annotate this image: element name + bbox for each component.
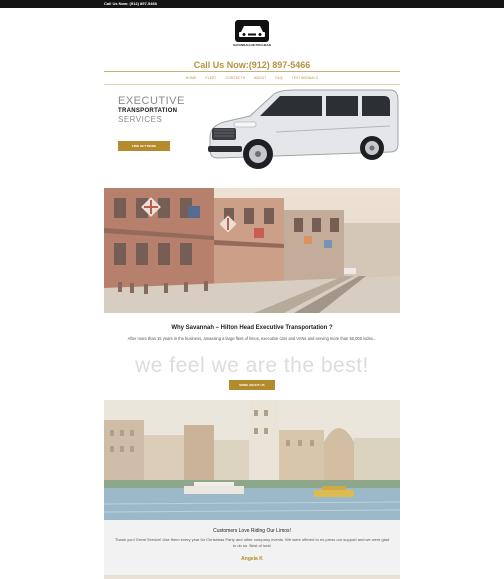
- site-logo[interactable]: SAVANNAH-HILTON HEAD: [231, 19, 273, 53]
- hero-line-services: SERVICES: [118, 115, 163, 124]
- savannah-street-photo: [104, 188, 400, 313]
- savannah-riverfront-photo: [104, 400, 400, 520]
- nav-item-fleet[interactable]: FLEET: [206, 74, 217, 82]
- why-title: Why Savannah – Hilton Head Executive Tra…: [171, 325, 333, 331]
- call-now-phone[interactable]: Call Us Now:(912) 897-5466: [0, 60, 504, 70]
- top-bar: Call Us Now: (912) 897-5466: [0, 0, 504, 8]
- nav-item-about[interactable]: ABOUT: [254, 74, 266, 82]
- more-about-us-button[interactable]: MORE ABOUT US: [229, 380, 275, 390]
- hero-banner: EXECUTIVE TRANSPORTATION SERVICES FIND O…: [104, 86, 400, 176]
- nav-item-home[interactable]: HOME: [186, 74, 197, 82]
- testimonial-author: Angela K: [241, 556, 263, 562]
- nav-item-testimonials[interactable]: TESTIMONIALS: [292, 74, 319, 82]
- hero-line-executive: EXECUTIVE: [118, 95, 185, 107]
- testimonial-quote: Thank you! Great Service! Use them every…: [114, 537, 390, 548]
- nav-item-contacts[interactable]: CONTACTS: [226, 74, 246, 82]
- main-nav: HOME FLEET CONTACTS ABOUT FAQ TESTIMONIA…: [104, 74, 400, 82]
- find-out-more-button[interactable]: FIND OUT MORE: [118, 141, 170, 151]
- nav-divider-top: [104, 71, 400, 72]
- hero-line-transportation: TRANSPORTATION: [118, 108, 178, 114]
- site-header: SAVANNAH-HILTON HEAD Call Us Now:(912) 8…: [0, 8, 504, 70]
- tagline: we feel we are the best!: [135, 354, 369, 377]
- suv-image: [208, 89, 399, 169]
- testimonial-title: Customers Love Riding Our Limos!: [213, 528, 291, 534]
- why-body: After more than 15 years in the business…: [127, 336, 377, 341]
- testimonial-section: Customers Love Riding Our Limos! Thank y…: [104, 520, 400, 575]
- limo-logo-icon: [235, 20, 269, 42]
- logo-text: SAVANNAH-HILTON HEAD: [233, 43, 271, 47]
- bottom-image-strip: [104, 575, 400, 579]
- nav-item-faq[interactable]: FAQ: [275, 74, 282, 82]
- nav-divider-bottom: [104, 84, 400, 85]
- topbar-phone[interactable]: Call Us Now: (912) 897-5466: [104, 1, 157, 7]
